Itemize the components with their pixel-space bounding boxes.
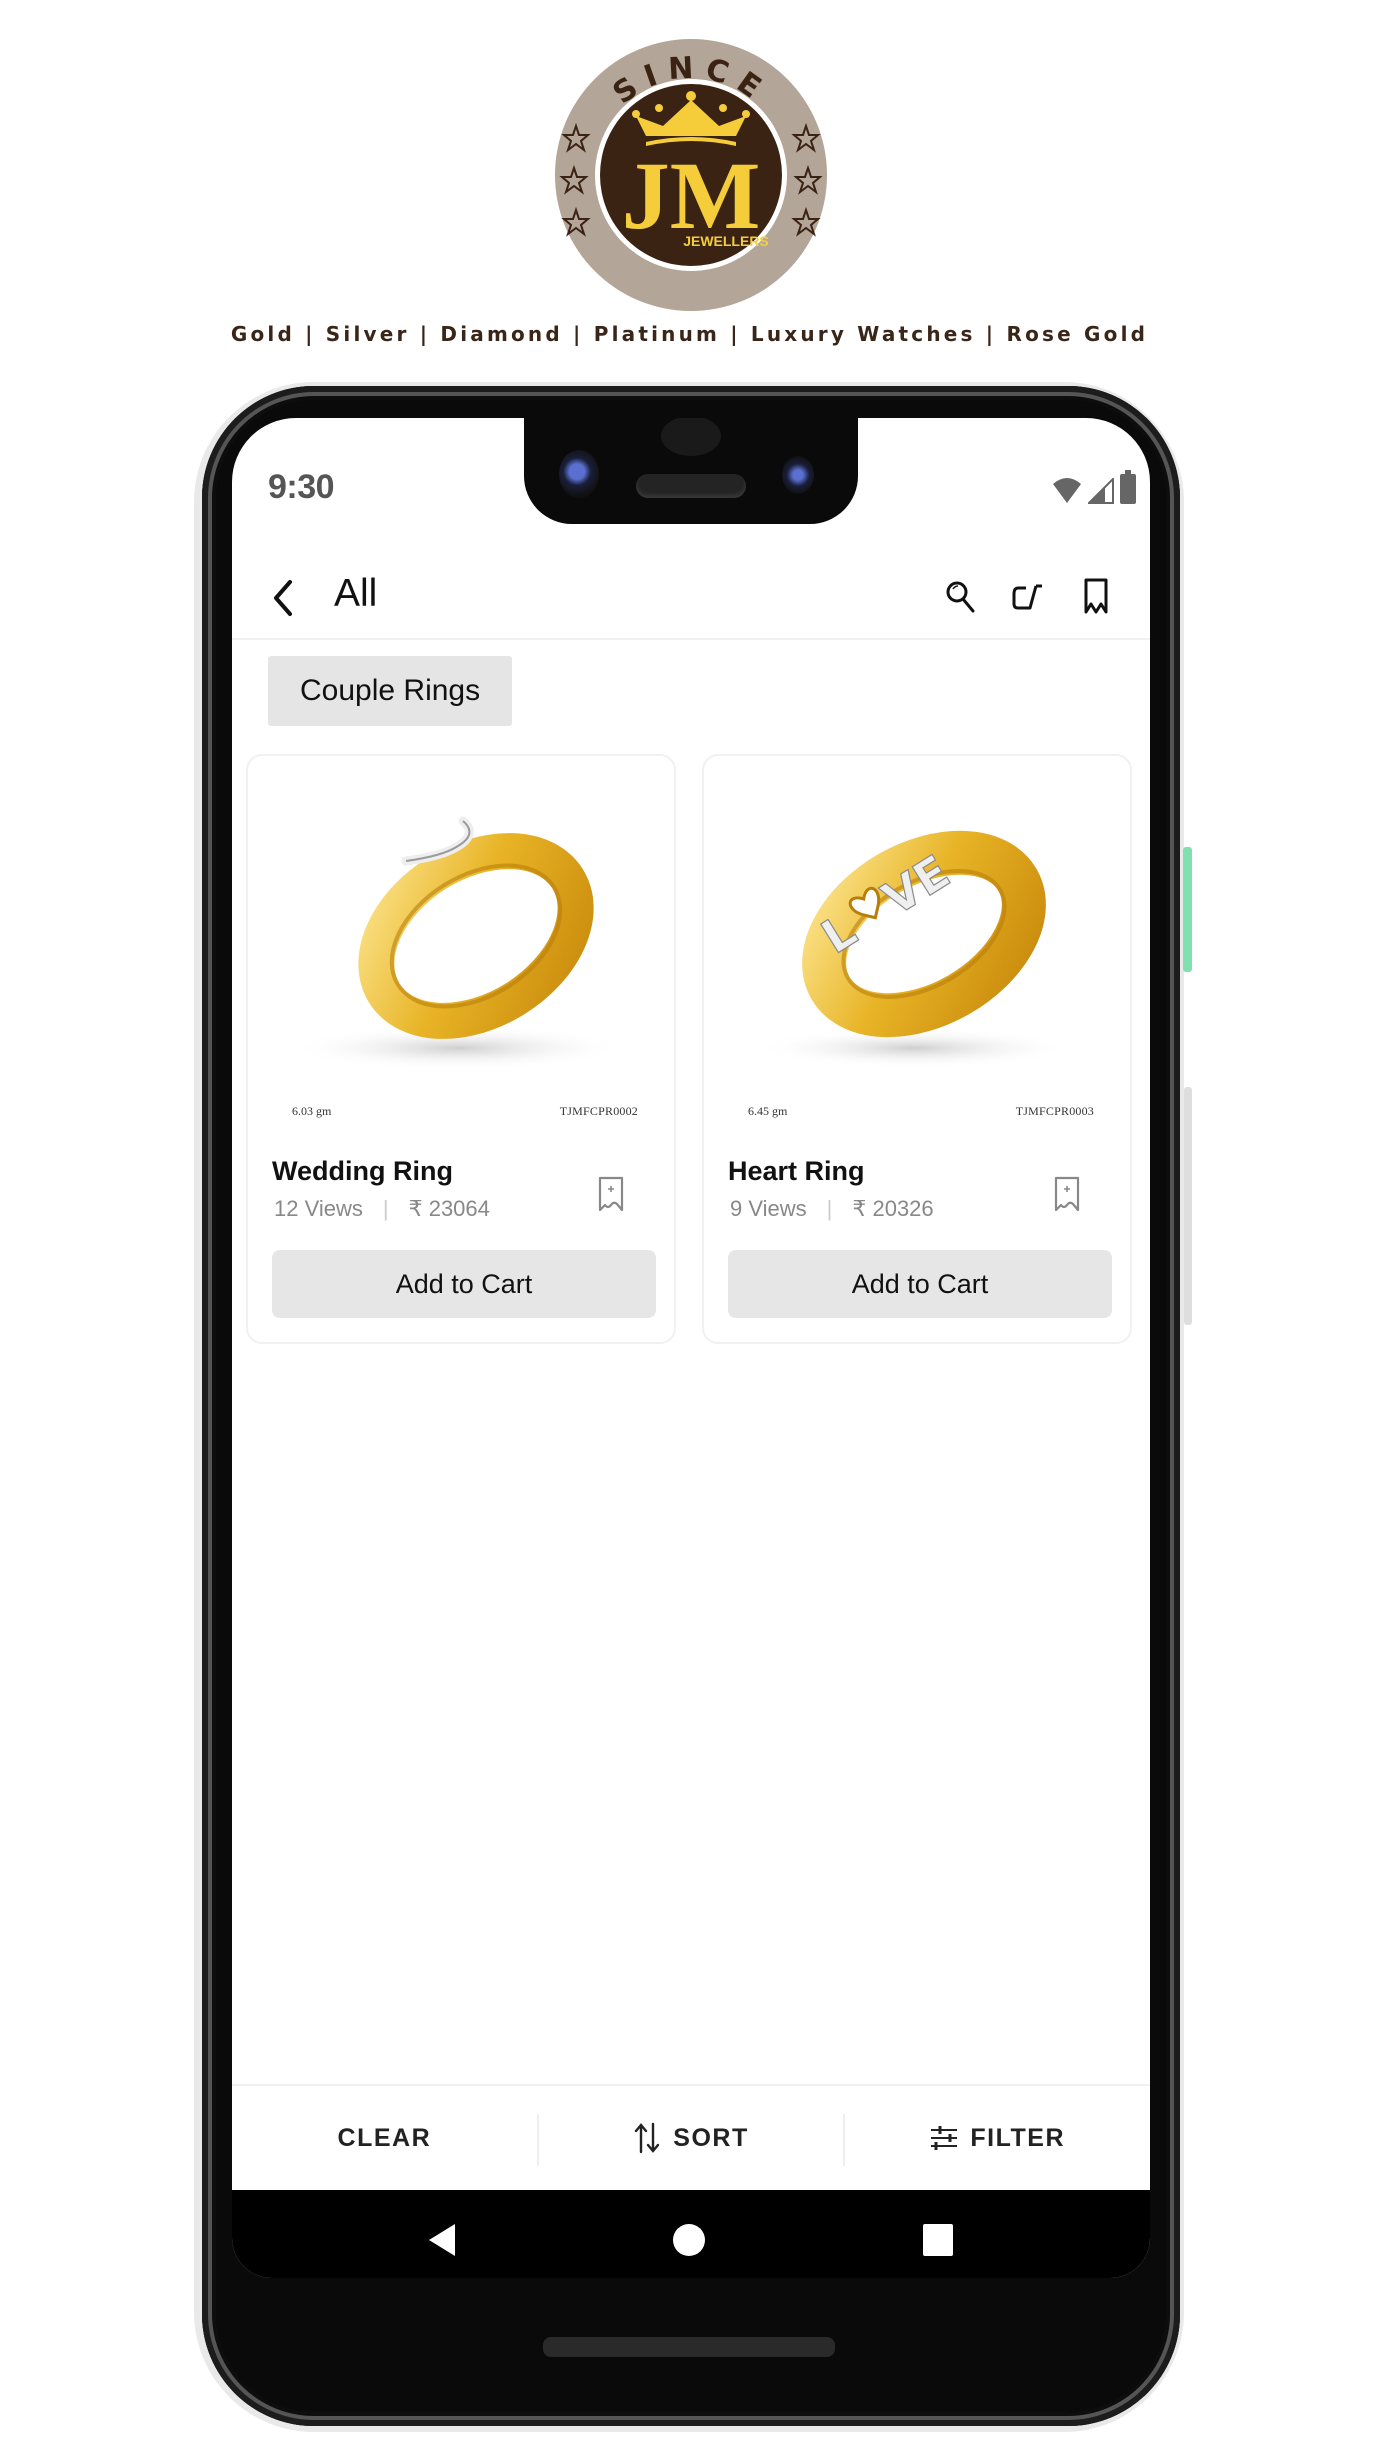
bottom-action-bar: CLEAR SORT FILTER [232,2084,1150,2190]
product-meta: 12 Views | ₹ 23064 [274,1196,490,1222]
front-camera-icon [559,450,599,498]
sort-icon [635,2122,660,2154]
add-to-cart-button[interactable]: Add to Cart [272,1250,656,1318]
logo-sub-text: JEWELLERS [683,233,769,249]
product-code: TJMFCPR0002 [559,1104,638,1118]
search-icon[interactable] [942,574,978,618]
product-price: ₹ 23064 [408,1196,490,1221]
page-title: All [334,572,378,615]
product-code: TJMFCPR0003 [1015,1104,1094,1118]
phone-screen: 9:30 All Couple Rings 6.03 gm TJMFCPR000… [232,418,1150,2278]
product-card[interactable]: L V E 6.45 gm TJMFCPR0003 Heart Ring 9 V… [702,754,1132,1344]
signal-icon [1088,478,1114,504]
battery-icon [1120,470,1136,504]
meta-separator: | [826,1196,833,1221]
clear-button[interactable]: CLEAR [232,2086,537,2190]
brand-tagline: Gold | Silver | Diamond | Platinum | Lux… [230,322,1149,346]
clear-label: CLEAR [337,2123,432,2152]
volume-button [1184,1087,1192,1325]
app-bar-actions [942,574,1114,618]
product-weight: 6.45 gm [748,1104,788,1118]
power-button [1183,847,1192,972]
product-views: 12 Views [274,1196,363,1221]
product-meta: 9 Views | ₹ 20326 [730,1196,934,1222]
nav-recents-icon[interactable] [923,2224,953,2256]
earpiece-speaker [636,474,746,498]
product-views: 9 Views [730,1196,807,1221]
product-weight: 6.03 gm [292,1104,332,1118]
filter-sliders-icon [931,2126,958,2150]
status-time: 9:30 [268,468,335,506]
sort-button[interactable]: SORT [539,2086,844,2190]
app-bar: All [232,550,1150,640]
product-card[interactable]: 6.03 gm TJMFCPR0002 Wedding Ring 12 View… [246,754,676,1344]
product-name[interactable]: Wedding Ring [272,1156,453,1187]
wifi-icon [1053,478,1081,503]
bookmark-icon[interactable] [1078,574,1114,618]
product-image-heart-ring[interactable]: L V E [714,766,1122,1126]
system-navigation-bar [232,2190,1150,2278]
product-price: ₹ 20326 [852,1196,934,1221]
brand-logo: SINCE 1937 JM JEWELLERS [555,39,827,311]
meta-separator: | [382,1196,389,1221]
filter-label: FILTER [970,2123,1065,2152]
nav-home-icon[interactable] [673,2224,705,2256]
add-to-cart-button[interactable]: Add to Cart [728,1250,1112,1318]
category-chip-couple-rings[interactable]: Couple Rings [268,656,513,726]
proximity-sensor [661,418,721,456]
status-icons [1052,470,1136,504]
product-image-wedding-ring[interactable] [258,766,666,1126]
back-button[interactable] [268,576,300,620]
filter-button[interactable]: FILTER [845,2086,1150,2190]
nav-back-icon[interactable] [429,2224,455,2256]
bottom-speaker [543,2337,835,2357]
product-name[interactable]: Heart Ring [728,1156,865,1187]
camera-notch [524,418,858,524]
sort-label: SORT [673,2123,749,2152]
ring-size-icon[interactable] [1010,574,1046,618]
add-to-wishlist-icon[interactable] [1052,1174,1082,1214]
add-to-wishlist-icon[interactable] [596,1174,626,1214]
front-camera-secondary-icon [782,456,814,494]
